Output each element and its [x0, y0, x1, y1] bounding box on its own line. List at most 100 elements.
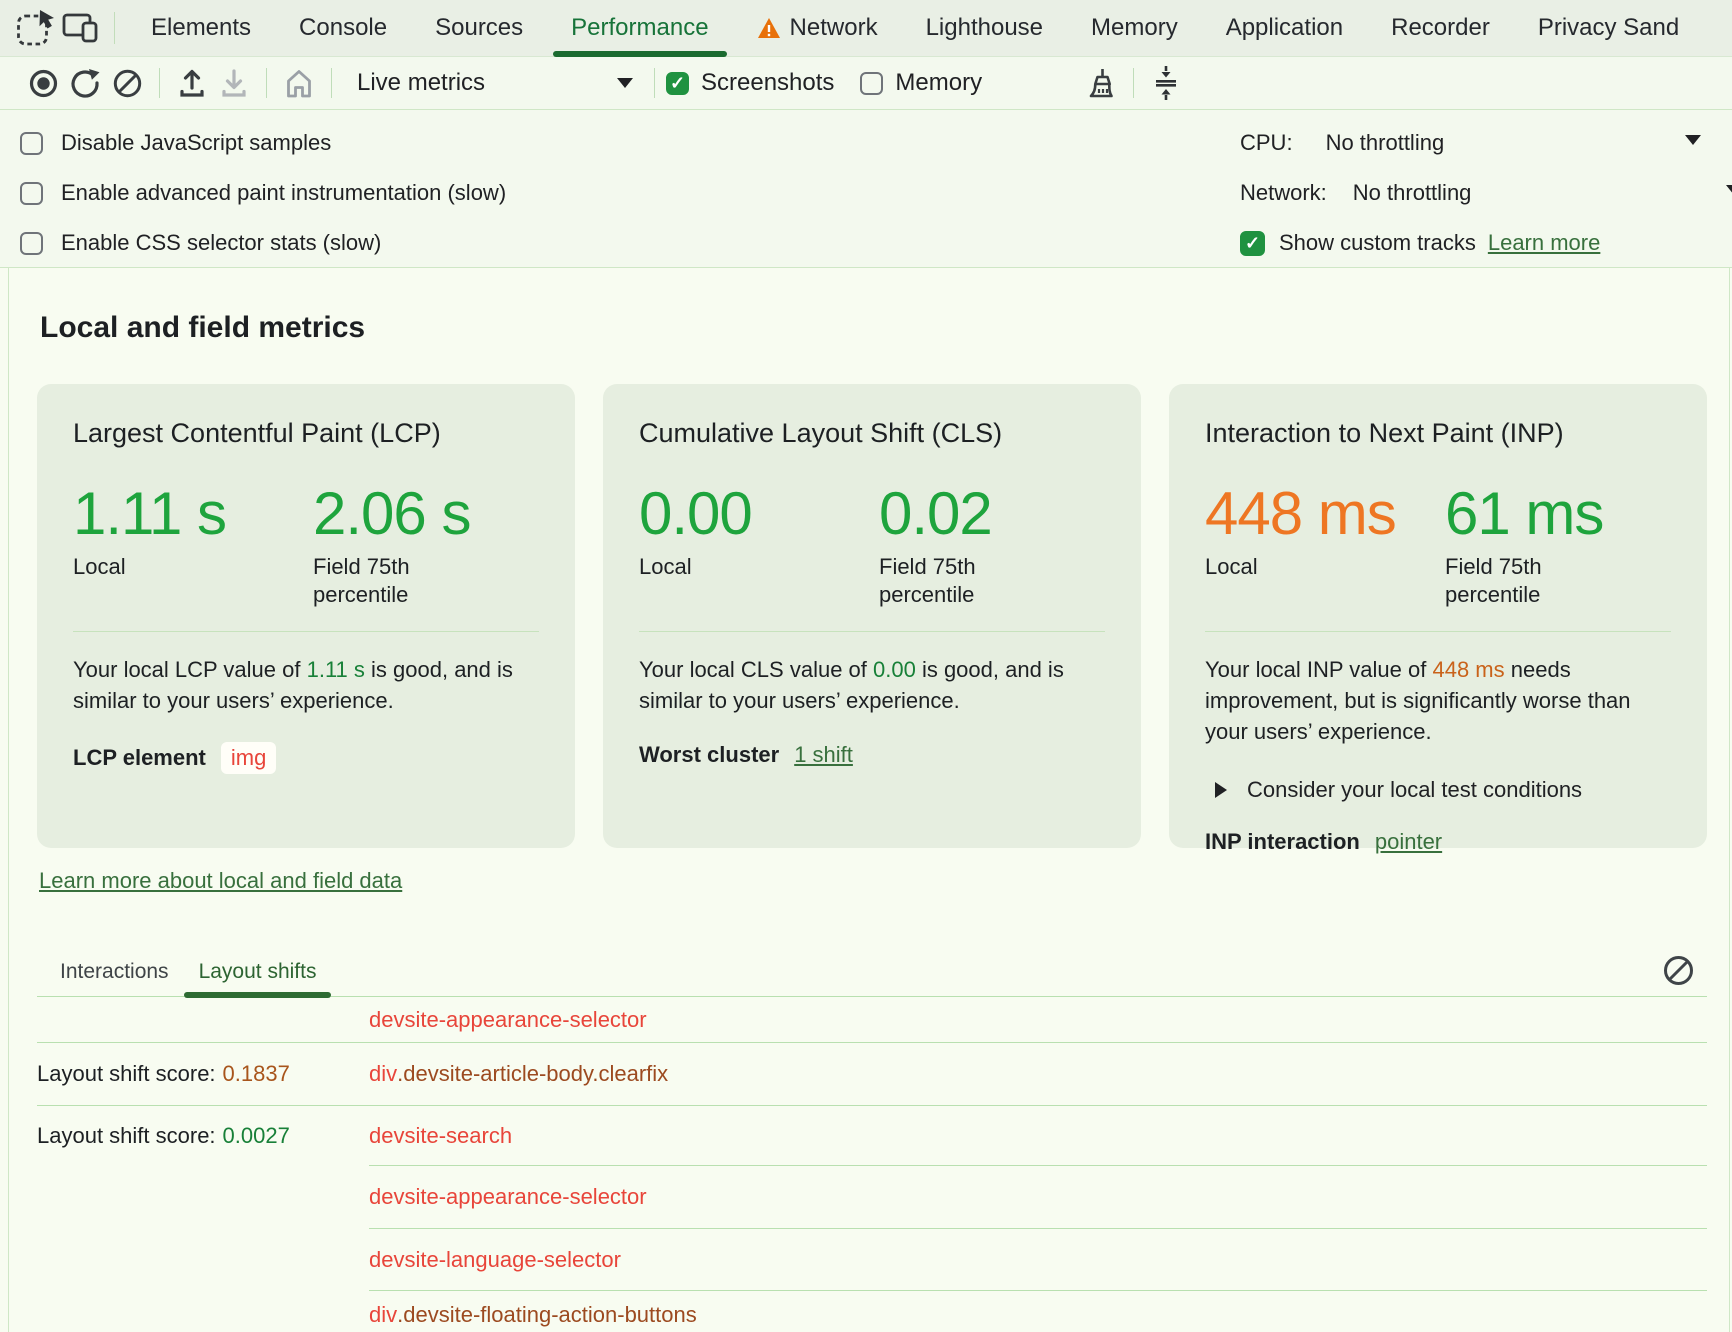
- network-label: Network:: [1240, 180, 1327, 206]
- screenshots-checkbox[interactable]: [666, 72, 689, 95]
- tab-console[interactable]: Console: [275, 0, 411, 57]
- field-label: Field 75th percentile: [879, 553, 1019, 609]
- clear-log-button[interactable]: [1662, 954, 1695, 990]
- chevron-down-icon[interactable]: [1685, 135, 1701, 145]
- inp-interaction-link[interactable]: pointer: [1375, 829, 1442, 855]
- tab-application[interactable]: Application: [1202, 0, 1367, 57]
- tab-lighthouse[interactable]: Lighthouse: [902, 0, 1067, 57]
- divider: [114, 12, 115, 44]
- divider: [266, 68, 267, 98]
- cpu-throttling-row: CPU: No throttling: [1240, 118, 1732, 168]
- local-value: 1.11 s: [73, 483, 313, 545]
- custom-tracks-row: Show custom tracks Learn more: [1240, 218, 1732, 268]
- advanced-paint-checkbox[interactable]: [20, 182, 43, 205]
- save-profile-button[interactable]: [213, 62, 255, 104]
- selected-tab-underline: [184, 992, 332, 998]
- tab-performance[interactable]: Performance: [547, 0, 732, 57]
- local-label: Local: [73, 553, 213, 581]
- cpu-throttling-select[interactable]: No throttling: [1326, 130, 1445, 156]
- gc-button[interactable]: [1080, 62, 1122, 104]
- element-node-link[interactable]: devsite-appearance-selector: [369, 1007, 647, 1033]
- chevron-down-icon: [617, 78, 633, 88]
- memory-checkbox[interactable]: [860, 72, 883, 95]
- inspect-element-button[interactable]: [14, 6, 58, 50]
- card-title: Largest Contentful Paint (LCP): [73, 418, 539, 449]
- worst-cluster-link[interactable]: 1 shift: [794, 742, 853, 768]
- css-selector-stats-label: Enable CSS selector stats (slow): [61, 230, 381, 256]
- inp-interaction-row: INP interaction pointer: [1205, 829, 1671, 855]
- home-icon: [283, 67, 315, 99]
- card-title: Cumulative Layout Shift (CLS): [639, 418, 1105, 449]
- css-selector-stats-checkbox[interactable]: [20, 232, 43, 255]
- element-node-link[interactable]: div.devsite-article-body.clearfix: [369, 1043, 1707, 1105]
- chevron-down-icon[interactable]: [1726, 185, 1732, 195]
- card-summary: Your local INP value of 448 ms needs imp…: [1205, 654, 1645, 747]
- tab-interactions[interactable]: Interactions: [45, 948, 184, 997]
- upload-icon: [176, 67, 208, 99]
- divider: [159, 68, 160, 98]
- tab-recorder[interactable]: Recorder: [1367, 0, 1514, 57]
- element-node-link[interactable]: devsite-appearance-selector: [369, 1184, 647, 1210]
- tab-network[interactable]: Network: [733, 0, 902, 57]
- lcp-element-node-link[interactable]: img: [221, 742, 276, 774]
- tab-memory[interactable]: Memory: [1067, 0, 1202, 57]
- disable-js-samples-label: Disable JavaScript samples: [61, 130, 331, 156]
- divider: [331, 68, 332, 98]
- capture-options: Disable JavaScript samples Enable advanc…: [0, 110, 1732, 268]
- tab-privacy-sandbox[interactable]: Privacy Sand: [1514, 0, 1703, 57]
- element-node-link[interactable]: div.devsite-floating-action-buttons: [369, 1288, 1707, 1328]
- memory-label: Memory: [895, 69, 982, 97]
- record-icon: [28, 68, 59, 99]
- learn-more-field-data-link[interactable]: Learn more about local and field data: [39, 868, 402, 894]
- local-test-conditions-disclosure[interactable]: Consider your local test conditions: [1215, 777, 1671, 803]
- card-divider: [73, 631, 539, 632]
- card-summary: Your local LCP value of 1.11 s is good, …: [73, 654, 513, 716]
- show-custom-tracks-label: Show custom tracks: [1279, 230, 1476, 256]
- lcp-element-row: LCP element img: [73, 742, 539, 774]
- screenshots-label: Screenshots: [701, 69, 834, 97]
- download-icon: [218, 67, 250, 99]
- shift-score-value: 0.0027: [223, 1123, 290, 1149]
- element-node-link[interactable]: devsite-language-selector: [369, 1247, 621, 1273]
- table-row[interactable]: div.devsite-floating-action-buttons: [37, 1291, 1707, 1328]
- tab-layout-shifts[interactable]: Layout shifts: [184, 948, 332, 997]
- collapse-icon: [1152, 65, 1180, 101]
- table-row[interactable]: devsite-appearance-selector: [37, 1166, 1707, 1229]
- tab-elements[interactable]: Elements: [127, 0, 275, 57]
- panel-mode-select[interactable]: Live metrics: [343, 62, 643, 104]
- clear-button[interactable]: [106, 62, 148, 104]
- device-toolbar-button[interactable]: [58, 6, 102, 50]
- record-button[interactable]: [22, 62, 64, 104]
- load-profile-button[interactable]: [171, 62, 213, 104]
- learn-more-link[interactable]: Learn more: [1488, 230, 1601, 256]
- network-throttling-select[interactable]: No throttling: [1353, 180, 1472, 206]
- record-and-reload-button[interactable]: [64, 62, 106, 104]
- throttling-controls: CPU: No throttling Network: No throttlin…: [1240, 118, 1732, 268]
- table-row[interactable]: Layout shift score:0.1837 div.devsite-ar…: [37, 1043, 1707, 1106]
- section-heading: Local and field metrics: [40, 310, 1729, 346]
- field-value: 0.02: [879, 483, 1105, 545]
- show-custom-tracks-checkbox[interactable]: [1240, 231, 1265, 256]
- device-toolbar-icon: [61, 11, 99, 45]
- table-row[interactable]: devsite-appearance-selector: [37, 997, 1707, 1043]
- metric-card-cls: Cumulative Layout Shift (CLS) 0.00 Local…: [603, 384, 1141, 848]
- tab-sources[interactable]: Sources: [411, 0, 547, 57]
- disable-js-samples-checkbox[interactable]: [20, 132, 43, 155]
- main-tab-bar: Elements Console Sources Performance Net…: [0, 0, 1732, 57]
- card-title: Interaction to Next Paint (INP): [1205, 418, 1671, 449]
- reload-icon: [69, 67, 101, 99]
- advanced-paint-label: Enable advanced paint instrumentation (s…: [61, 180, 506, 206]
- collapse-sections-button[interactable]: [1145, 62, 1187, 104]
- card-values: 448 ms Local 61 ms Field 75th percentile: [1205, 483, 1671, 609]
- element-node-link[interactable]: devsite-search: [369, 1123, 512, 1149]
- divider: [654, 68, 655, 98]
- live-metrics-panel: Local and field metrics Largest Contentf…: [8, 268, 1730, 1332]
- table-row[interactable]: devsite-language-selector: [37, 1229, 1707, 1291]
- worst-cluster-row: Worst cluster 1 shift: [639, 742, 1105, 768]
- field-label: Field 75th percentile: [1445, 553, 1585, 609]
- table-row[interactable]: Layout shift score:0.0027 devsite-search: [37, 1106, 1707, 1166]
- block-icon: [112, 68, 143, 99]
- log-tab-bar: Interactions Layout shifts: [37, 948, 1707, 997]
- home-button[interactable]: [278, 62, 320, 104]
- card-summary: Your local CLS value of 0.00 is good, an…: [639, 654, 1079, 716]
